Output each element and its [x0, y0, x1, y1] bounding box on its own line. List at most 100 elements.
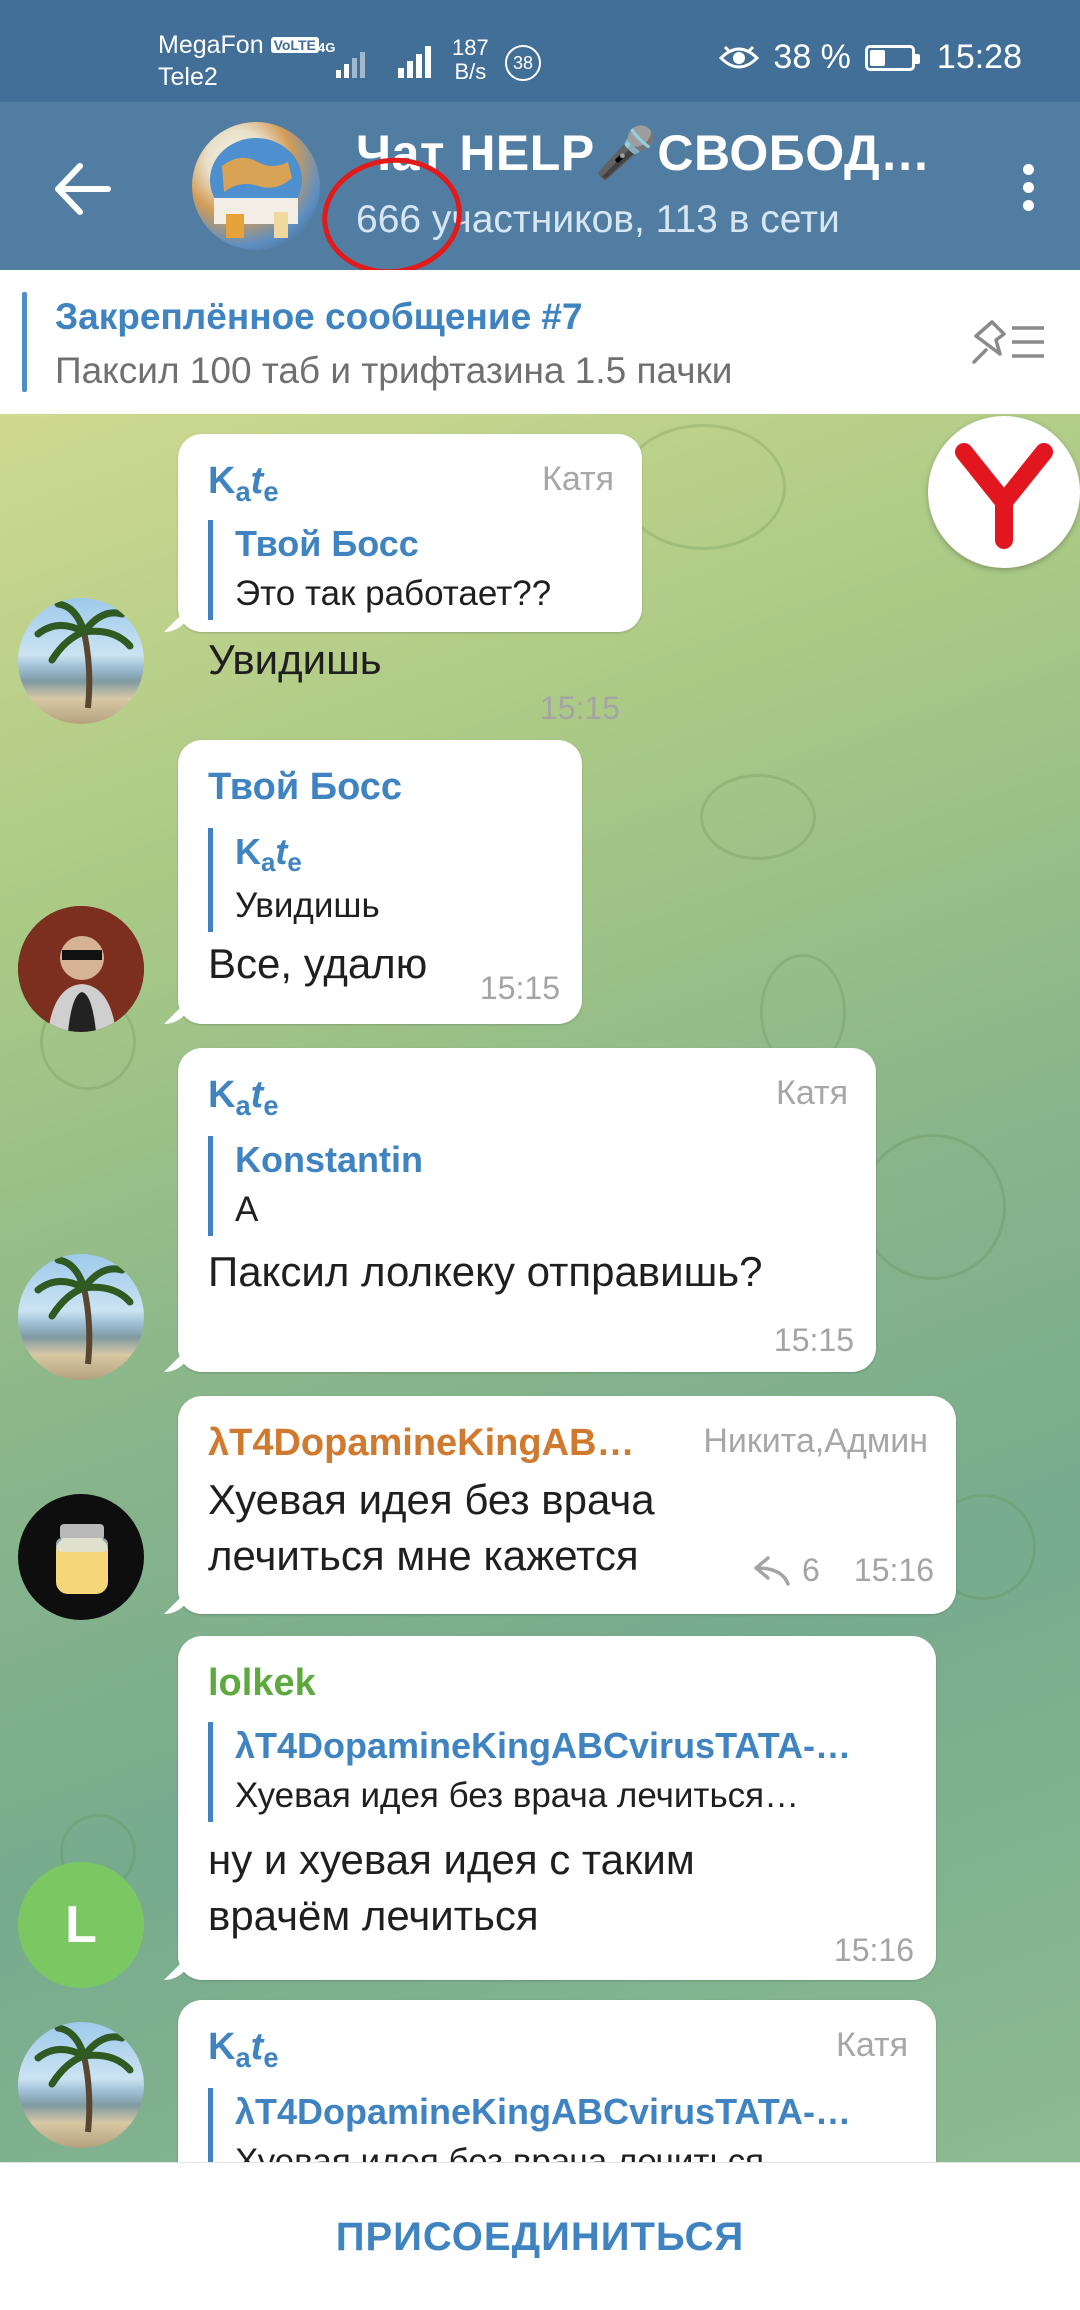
group-avatar-globe-icon	[210, 138, 302, 238]
avatar-kate[interactable]	[18, 598, 144, 724]
message-bubble[interactable]: Kate Катя Konstantin А Паксил лолкеку от…	[178, 1048, 876, 1372]
background-doodle	[860, 1134, 1006, 1280]
pinned-text: Паксил 100 таб и трифтазина 1.5 пачки	[55, 350, 733, 391]
reply-author: Kate	[235, 828, 380, 880]
avatar-kate[interactable]	[18, 1254, 144, 1380]
person-photo-icon	[18, 906, 144, 1032]
sender-name[interactable]: Kate	[208, 460, 279, 507]
back-arrow-icon[interactable]	[48, 154, 118, 224]
avatar-kate[interactable]	[18, 2022, 144, 2148]
pill-jar-icon	[56, 1524, 108, 1594]
reply-author: Konstantin	[235, 1139, 423, 1180]
replies-count[interactable]: 6	[802, 1552, 820, 1589]
reply-text: А	[235, 1190, 259, 1229]
message-text: Паксил лолкеку отправишь?	[208, 1248, 763, 1295]
reply-text: Хуевая идея без врача лечиться…	[235, 2142, 800, 2162]
join-bar: ПРИСОЕДИНИТЬСЯ	[0, 2162, 1080, 2310]
sender-name[interactable]: Kate	[208, 2026, 279, 2073]
sender-name-part: t	[250, 460, 264, 502]
network-type-badge: 4G	[318, 40, 336, 55]
join-button[interactable]: ПРИСОЕДИНИТЬСЯ	[0, 2163, 1080, 2310]
pinned-message-bar[interactable]: Закреплённое сообщение #7 Паксил 100 таб…	[0, 270, 1080, 414]
message-time: 15:16	[833, 1932, 914, 1968]
reply-arrow-icon[interactable]	[754, 1554, 792, 1586]
background-doodle	[700, 774, 816, 860]
message-time: 15:15	[773, 1322, 854, 1358]
message-bubble[interactable]: Твой Босс Kate Увидишь Все, удалю 15:15	[178, 740, 582, 1024]
message-bubble[interactable]: Kate Катя λT4DopamineKingABCvirusTATA-… …	[178, 2000, 936, 2162]
carrier1-name: MegaFon	[158, 31, 264, 59]
notification-count-badge: 38	[505, 45, 541, 81]
pinned-title: Закреплённое сообщение #7	[55, 296, 583, 337]
reply-preview[interactable]: λT4DopamineKingABCvirusTATA-… Хуевая иде…	[208, 2088, 851, 2162]
reply-author-part: K	[235, 831, 261, 872]
pinned-list-icon[interactable]	[970, 318, 1046, 366]
sender-name[interactable]: lolkek	[208, 1662, 316, 1705]
sender-role: Катя	[836, 2026, 908, 2064]
more-options-icon[interactable]	[1010, 164, 1046, 224]
reply-preview[interactable]: λT4DopamineKingABCvirusTATA-… Хуевая иде…	[208, 1722, 851, 1822]
sender-name[interactable]: Kate	[208, 1074, 279, 1121]
avatar-nikita[interactable]	[18, 1494, 144, 1620]
sender-name[interactable]: Твой Босс	[208, 766, 402, 809]
message-text-line1: Хуевая идея без врача	[208, 1476, 655, 1523]
sender-name-part: t	[250, 1074, 264, 1116]
signal-icon-2	[398, 46, 431, 78]
avatar-boss[interactable]	[18, 906, 144, 1032]
sender-name-part: a	[235, 2041, 251, 2073]
message-bubble[interactable]: λT4DopamineKingAB… Никита,Админ Хуевая и…	[178, 1396, 956, 1614]
chat-messages-area[interactable]: Kate Катя Твой Босс Это так работает?? У…	[0, 414, 1080, 2162]
sender-name-part: K	[208, 1074, 236, 1116]
yandex-assistant-button[interactable]	[928, 416, 1080, 568]
reply-author-part: e	[287, 849, 302, 878]
volte-badge: VoLTE	[270, 37, 319, 53]
eye-comfort-icon	[719, 45, 760, 68]
background-doodle	[620, 424, 786, 550]
message-time: 15:15	[539, 690, 620, 726]
reply-preview[interactable]: Konstantin А	[208, 1136, 423, 1236]
battery-icon	[864, 44, 920, 71]
sender-name-part: e	[263, 2041, 279, 2073]
message-bubble[interactable]: lolkek λT4DopamineKingABCvirusTATA-… Хуе…	[178, 1636, 936, 1980]
sender-name-part: K	[208, 460, 236, 502]
clock: 15:28	[936, 38, 1022, 76]
sender-name-part: e	[263, 475, 279, 507]
carrier2-name: Tele2	[158, 63, 218, 91]
network-speed-unit: B/s	[454, 59, 487, 84]
message-text: Увидишь	[208, 636, 382, 683]
reply-text: Это так работает??	[235, 574, 552, 613]
sender-name-part: K	[208, 2026, 236, 2068]
status-right-group: 38 % 15:28	[719, 38, 1022, 77]
reply-author-part: a	[261, 849, 276, 878]
signal-icon-1	[336, 52, 365, 78]
sender-name-part: a	[235, 1089, 251, 1121]
reply-text: Хуевая идея без врача лечиться…	[235, 1776, 800, 1815]
network-speed: 187 B/s	[452, 36, 489, 84]
status-bar: MegaFon VoLTE Tele2 4G 187 B/s 38 38 % 1…	[0, 0, 1080, 102]
sender-name-part: e	[263, 1089, 279, 1121]
reply-text: Увидишь	[235, 886, 380, 925]
message-bubble[interactable]: Kate Катя Твой Босс Это так работает?? У…	[178, 434, 642, 726]
carrier-info: MegaFon VoLTE Tele2	[158, 30, 319, 94]
reply-author: Твой Босс	[235, 523, 419, 564]
sender-name[interactable]: λT4DopamineKingAB…	[208, 1422, 634, 1465]
chat-header: Чат HELP🎤СВОБОД… 666 участников, 113 в с…	[0, 102, 1080, 270]
reply-author: λT4DopamineKingABCvirusTATA-…	[235, 2091, 852, 2132]
reply-preview[interactable]: Kate Увидишь	[208, 828, 380, 932]
sender-name-part: t	[250, 2026, 264, 2068]
message-time: 15:16	[853, 1552, 934, 1588]
battery-level-fill	[869, 49, 885, 66]
message-text-line1: ну и хуевая идея с таким	[208, 1836, 695, 1883]
group-avatar[interactable]	[192, 122, 320, 250]
message-time: 15:15	[479, 970, 560, 1006]
reply-author: λT4DopamineKingABCvirusTATA-…	[235, 1725, 852, 1766]
sender-role: Никита,Админ	[703, 1422, 928, 1460]
palm-tree-icon	[34, 600, 134, 709]
reply-preview[interactable]: Твой Босс Это так работает??	[208, 520, 551, 620]
reply-author-part: t	[275, 831, 288, 872]
sender-name-part: a	[235, 475, 251, 507]
message-text-line2: врачём лечиться	[208, 1892, 539, 1939]
palm-tree-icon	[34, 1256, 134, 1365]
avatar-lolkek[interactable]: L	[18, 1862, 144, 1988]
message-text: Все, удалю	[208, 940, 428, 987]
